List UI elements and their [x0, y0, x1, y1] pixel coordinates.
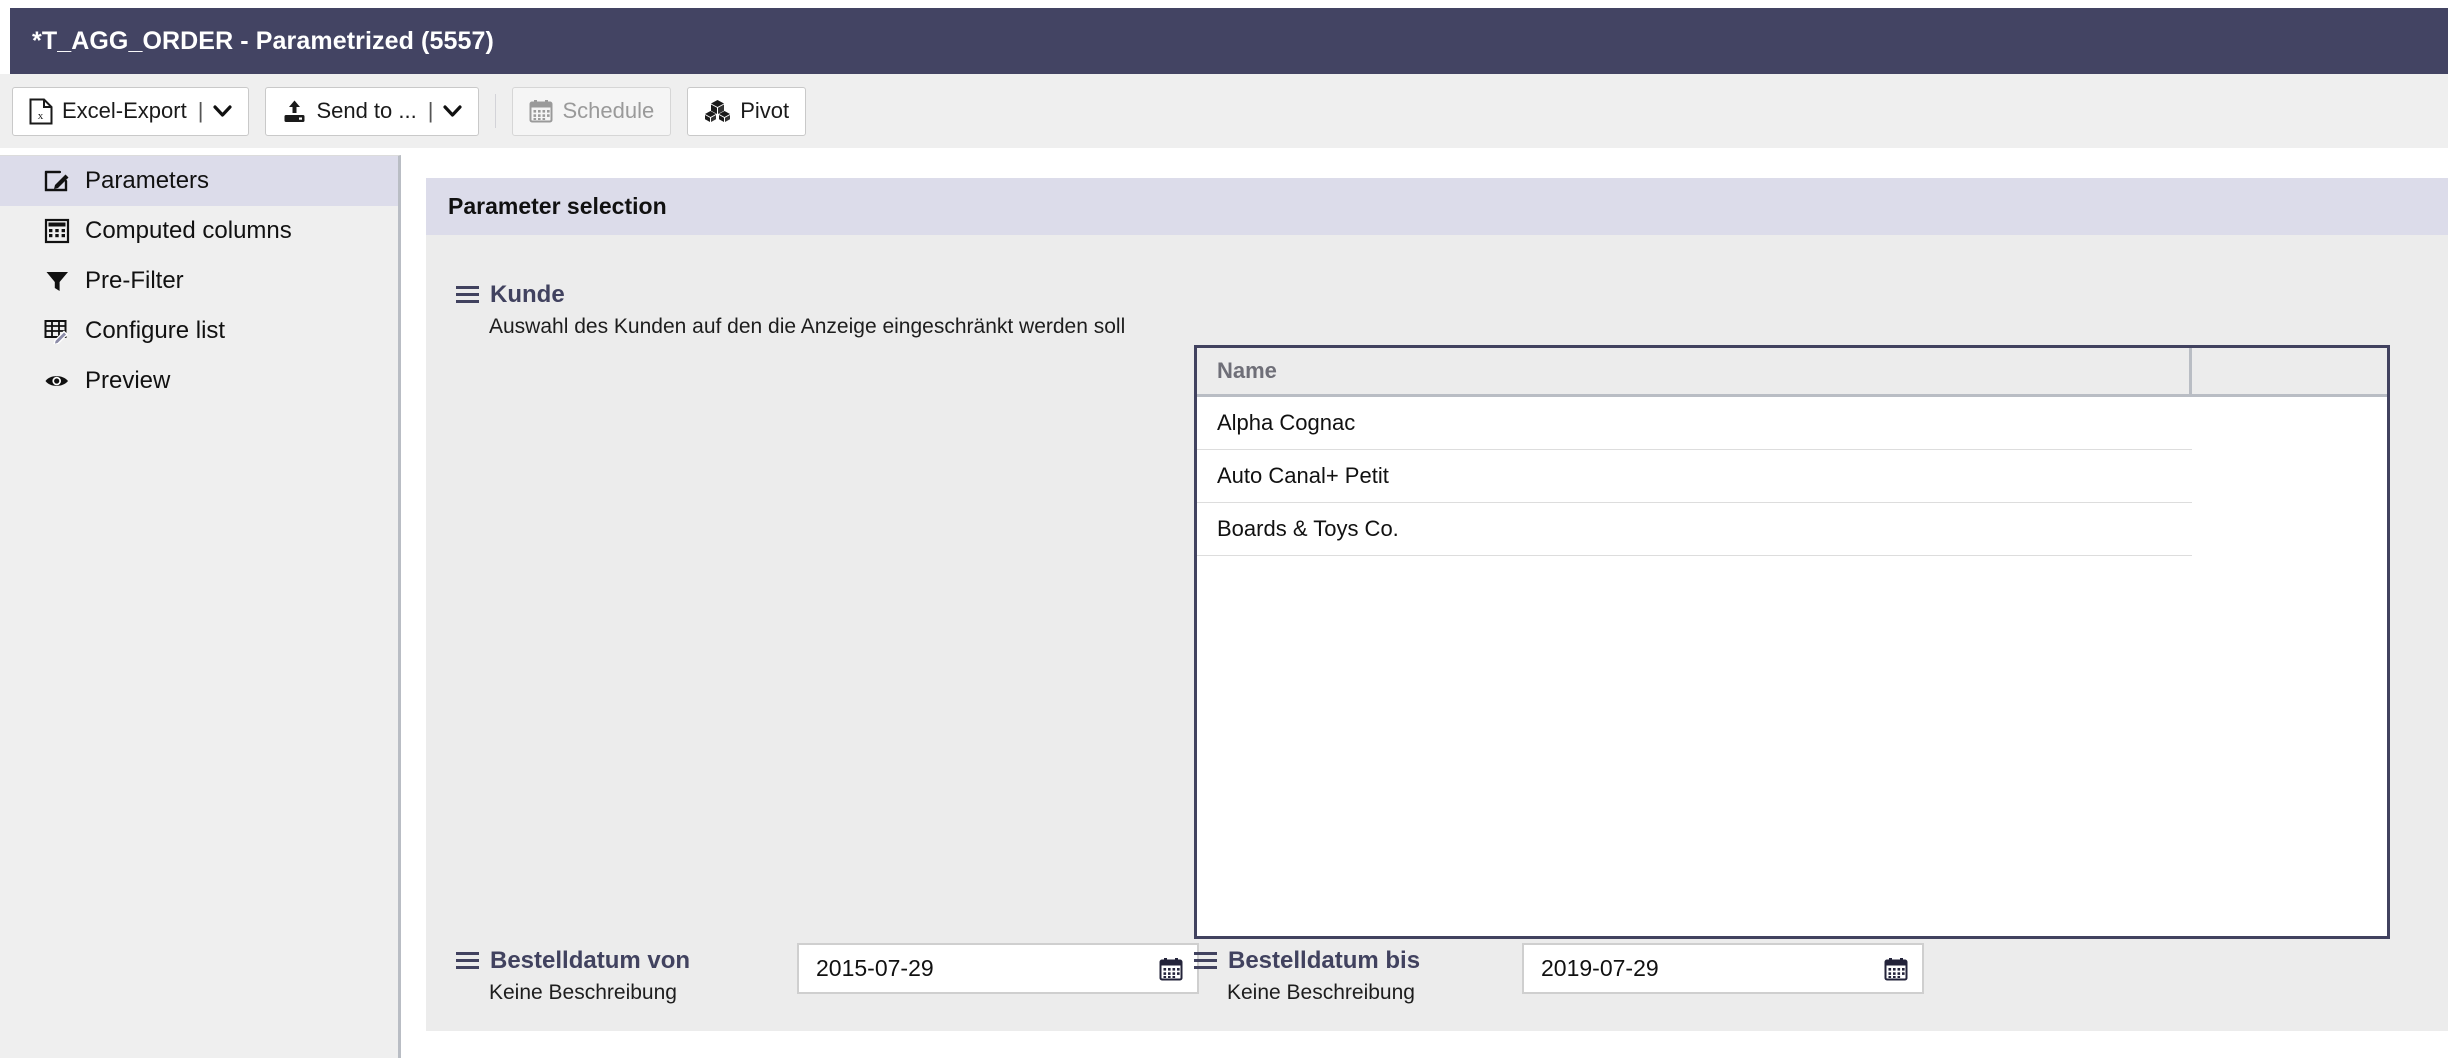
table-header-actions[interactable]	[2192, 348, 2387, 394]
param-bestelldatum-von-description: Keine Beschreibung	[489, 981, 677, 1004]
window-title: *T_AGG_ORDER - Parametrized (5557)	[32, 26, 494, 55]
param-kunde-description: Auswahl des Kunden auf den die Anzeige e…	[489, 315, 1126, 338]
table-cell-name: Alpha Cognac	[1217, 410, 1356, 435]
sidebar-item-label: Preview	[85, 367, 171, 394]
parameter-selection-panel: Parameter selection Kunde Auswahl des Ku…	[426, 178, 2448, 1031]
param-bestelldatum-bis-description: Keine Beschreibung	[1227, 981, 1415, 1004]
bestelldatum-bis-input[interactable]: 2019-07-29	[1522, 943, 1924, 994]
chevron-down-icon[interactable]	[213, 104, 233, 121]
excel-export-separator: |	[197, 98, 204, 123]
sidebar-item-preview[interactable]: Preview	[0, 356, 398, 406]
sidebar-item-pre-filter[interactable]: Pre-Filter	[0, 256, 398, 306]
send-to-separator: |	[427, 98, 434, 123]
param-kunde: Kunde Auswahl des Kunden auf den die Anz…	[456, 281, 1125, 339]
toolbar: x Excel-Export | Send to ... | Schedule …	[0, 74, 2448, 148]
sidebar-item-label: Pre-Filter	[85, 267, 184, 294]
kunde-selection-table: Name Alpha Cognac Auto Canal+ Petit Boar…	[1194, 345, 2390, 939]
excel-file-icon: x	[29, 98, 53, 125]
table-header-name[interactable]: Name	[1197, 348, 2192, 394]
param-bestelldatum-von-title-row: Bestelldatum von	[456, 947, 766, 975]
excel-export-button[interactable]: x Excel-Export |	[12, 86, 250, 136]
pivot-label: Pivot	[740, 98, 790, 123]
table-row[interactable]: Alpha Cognac	[1197, 397, 2192, 450]
param-bestelldatum-von-title: Bestelldatum von	[490, 947, 691, 974]
pivot-button[interactable]: Pivot	[687, 86, 807, 136]
param-kunde-title: Kunde	[490, 281, 565, 308]
sidebar-item-label: Computed columns	[85, 217, 292, 244]
window-titlebar: *T_AGG_ORDER - Parametrized (5557)	[10, 8, 2448, 74]
param-kunde-title-row: Kunde	[456, 281, 1125, 309]
sidebar-item-configure-list[interactable]: Configure list	[0, 306, 398, 356]
chevron-down-icon[interactable]	[443, 104, 463, 121]
table-row[interactable]: Auto Canal+ Petit	[1197, 450, 2192, 503]
sidebar-item-parameters[interactable]: Parameters	[0, 156, 398, 206]
sidebar-item-computed-columns[interactable]: Computed columns	[0, 206, 398, 256]
upload-icon	[282, 99, 307, 124]
param-bestelldatum-von: Bestelldatum von Keine Beschreibung 2015…	[456, 943, 1199, 1005]
hamburger-handle-icon[interactable]	[456, 952, 479, 970]
panel-body: Kunde Auswahl des Kunden auf den die Anz…	[426, 235, 2448, 1031]
calendar-icon	[529, 99, 553, 123]
table-cell-name: Auto Canal+ Petit	[1217, 463, 1389, 488]
bestelldatum-von-value: 2015-07-29	[816, 955, 934, 981]
eye-icon	[44, 368, 71, 394]
send-to-button[interactable]: Send to ... |	[265, 86, 480, 136]
date-parameter-row: Bestelldatum von Keine Beschreibung 2015…	[426, 943, 2448, 1031]
send-to-label: Send to ...	[316, 98, 417, 123]
calculator-icon	[44, 218, 71, 244]
edit-document-icon	[44, 168, 71, 194]
toolbar-divider	[495, 94, 497, 128]
calendar-icon[interactable]	[1159, 957, 1183, 981]
param-bestelldatum-bis: Bestelldatum bis Keine Beschreibung 2019…	[1194, 943, 1924, 1005]
sidebar-item-label: Configure list	[85, 317, 226, 344]
hamburger-handle-icon[interactable]	[1194, 952, 1217, 970]
sidebar: Parameters Computed columns Pre-Filter C…	[0, 155, 401, 1058]
table-body: Alpha Cognac Auto Canal+ Petit Boards & …	[1197, 397, 2387, 556]
table-edit-icon	[44, 318, 71, 344]
page-title: Parameter selection	[448, 193, 667, 219]
funnel-icon	[44, 268, 71, 294]
table-row[interactable]: Boards & Toys Co.	[1197, 503, 2192, 556]
bestelldatum-bis-value: 2019-07-29	[1541, 955, 1659, 981]
excel-export-label: Excel-Export	[62, 98, 187, 123]
table-cell-name: Boards & Toys Co.	[1217, 516, 1399, 541]
hamburger-handle-icon[interactable]	[456, 286, 479, 304]
param-bestelldatum-bis-title: Bestelldatum bis	[1228, 947, 1421, 974]
pivot-cubes-icon	[704, 99, 731, 123]
sidebar-item-label: Parameters	[85, 167, 210, 194]
schedule-button[interactable]: Schedule	[512, 86, 672, 136]
svg-text:x: x	[38, 110, 44, 122]
schedule-label: Schedule	[562, 98, 655, 123]
param-bestelldatum-bis-title-row: Bestelldatum bis	[1194, 947, 1494, 975]
panel-header: Parameter selection	[426, 178, 2448, 235]
bestelldatum-von-input[interactable]: 2015-07-29	[797, 943, 1199, 994]
table-header-row: Name	[1197, 348, 2387, 397]
calendar-icon[interactable]	[1884, 957, 1908, 981]
